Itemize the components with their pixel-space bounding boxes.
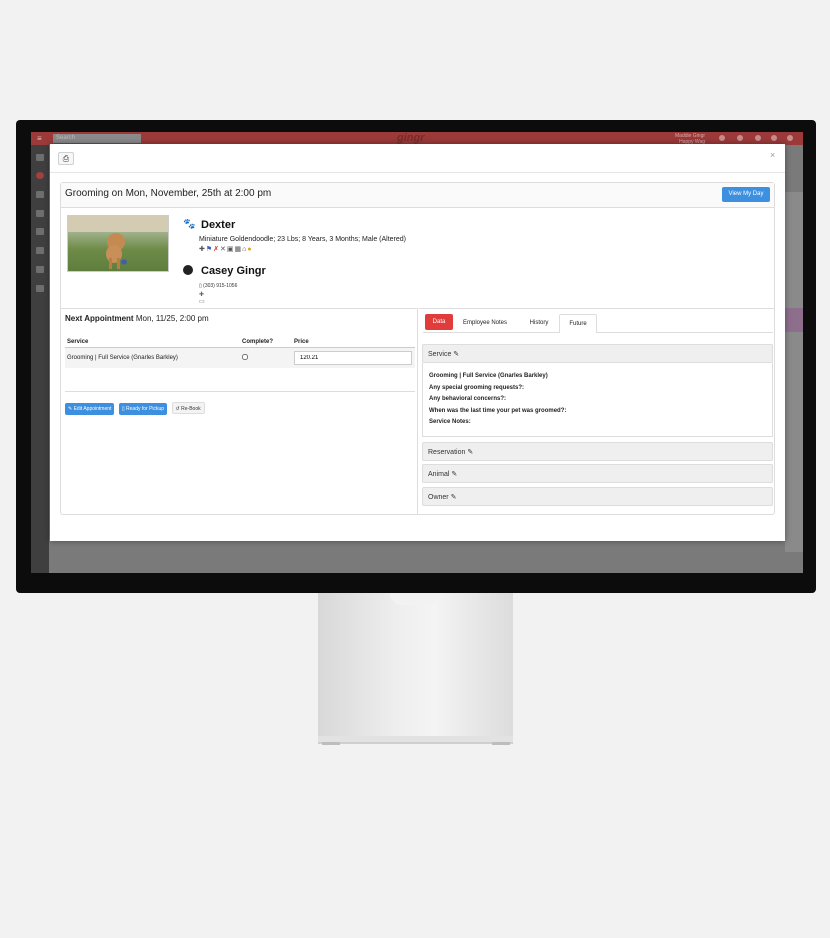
reservation-accordion[interactable]: Reservation ✎ (422, 442, 773, 461)
plus-icon[interactable]: ✚ (199, 292, 204, 298)
pet-name[interactable]: Dexter (201, 219, 235, 231)
report-icon[interactable] (36, 266, 44, 273)
search-input[interactable]: Search (53, 134, 141, 143)
table-row: Grooming | Full Service (Gnarles Barkley… (65, 347, 415, 368)
coin-icon[interactable]: ● (247, 246, 252, 253)
column-header: Complete? (240, 337, 292, 348)
background-badge (785, 308, 803, 332)
service-question: Any behavioral concerns?: (429, 396, 507, 402)
menu-icon[interactable]: ≡ (37, 134, 42, 143)
heart-icon[interactable] (36, 247, 44, 254)
modal-title: Grooming on Mon, November, 25th at 2:00 … (65, 188, 272, 199)
alert-icon[interactable] (737, 135, 743, 141)
pet-photo (67, 215, 169, 272)
calendar-icon[interactable] (36, 191, 44, 198)
screen: ≡ Search gingr Maddie Gingr Happy Wag ⎙ ×… (31, 132, 803, 573)
user-circle-icon (183, 265, 193, 275)
service-table: Service Complete? Price Grooming | Full … (65, 337, 415, 368)
monitor-foot (318, 736, 513, 744)
id-card-icon[interactable]: ▣ (227, 246, 235, 253)
pet-description: Miniature Goldendoodle; 23 Lbs; 8 Years,… (199, 236, 407, 243)
appointment-modal: ⎙ × Grooming on Mon, November, 25th at 2… (50, 144, 785, 541)
pet-icon-row: ✚⚑✗✕▣▦⌂● (199, 245, 253, 253)
edit-appointment-button[interactable]: ✎ Edit Appointment (65, 403, 115, 415)
panel-header: Grooming on Mon, November, 25th at 2:00 … (61, 183, 774, 208)
divider (50, 172, 785, 173)
monitor-stand (318, 593, 513, 739)
id-card-icon[interactable] (36, 210, 44, 217)
x-icon[interactable]: ✕ (220, 246, 227, 253)
tab-employee-notes[interactable]: Employee Notes (457, 314, 513, 333)
service-line: Grooming | Full Service (Gnarles Barkley… (429, 373, 548, 379)
foot-pad-right (492, 742, 510, 745)
owner-name[interactable]: Casey Gingr (201, 265, 266, 277)
dashboard-icon[interactable] (36, 154, 44, 161)
service-question: Any special grooming requests?: (429, 384, 525, 391)
paw-icon: 🐾 (183, 219, 196, 230)
dog-image (68, 216, 168, 269)
service-details: Grooming | Full Service (Gnarles Barkley… (422, 363, 773, 437)
phone-icon: ▯ (199, 283, 202, 289)
settings-icon[interactable] (36, 285, 44, 292)
owner-accordion[interactable]: Owner ✎ (422, 487, 773, 506)
appointment-panel: Grooming on Mon, November, 25th at 2:00 … (60, 182, 775, 515)
pencil-icon: ✎ (68, 406, 73, 412)
pencil-icon[interactable]: ✎ (451, 494, 457, 501)
owner-phone: ▯ (303) 915-1056 (199, 283, 238, 289)
data-panel: Data Employee Notes History Future Servi… (419, 308, 775, 515)
foot-pad-left (322, 742, 340, 745)
pencil-icon[interactable]: ✎ (451, 471, 457, 478)
column-header: Price (292, 337, 415, 348)
service-notes: Service Notes: (429, 419, 471, 425)
tab-history[interactable]: History (519, 314, 559, 333)
price-cell (292, 347, 415, 368)
close-button[interactable]: × (770, 150, 775, 160)
undo-icon: ↺ (175, 406, 180, 412)
utensils-icon[interactable]: ✗ (213, 246, 220, 253)
animal-accordion[interactable]: Animal ✎ (422, 464, 773, 483)
tab-bar: Data Employee Notes History Future (423, 311, 773, 333)
paw-icon[interactable] (36, 228, 44, 235)
print-button[interactable]: ⎙ (58, 152, 74, 165)
service-cell: Grooming | Full Service (Gnarles Barkley… (65, 347, 240, 368)
background-panel (785, 192, 803, 552)
action-buttons: ✎ Edit Appointment ▯ Ready for Pickup ↺ … (65, 391, 415, 415)
service-accordion[interactable]: Service ✎ (422, 344, 773, 363)
calendar-icon[interactable]: ▦ (235, 246, 243, 253)
next-appointment: Next Appointment Mon, 11/25, 2:00 pm (65, 314, 209, 323)
service-question: When was the last time your pet was groo… (429, 407, 567, 414)
app-sidebar (31, 145, 49, 573)
cart-icon[interactable] (755, 135, 761, 141)
help-icon[interactable] (719, 135, 725, 141)
stand-cutout (390, 593, 442, 605)
view-my-day-button[interactable]: View My Day (722, 187, 770, 202)
owner-icon-row: ✚ ▭ (199, 291, 205, 305)
price-input[interactable] (294, 351, 412, 365)
chat-icon[interactable] (771, 135, 777, 141)
appointment-details: Next Appointment Mon, 11/25, 2:00 pm Ser… (61, 308, 418, 515)
complete-checkbox[interactable] (242, 354, 248, 360)
complete-cell (240, 347, 292, 368)
tab-future[interactable]: Future (559, 314, 597, 333)
clock-icon[interactable] (36, 172, 44, 179)
pencil-icon[interactable]: ✎ (467, 449, 473, 456)
column-header: Service (65, 337, 240, 348)
ready-for-pickup-button[interactable]: ▯ Ready for Pickup (118, 403, 168, 415)
card-icon[interactable]: ▭ (199, 299, 205, 305)
pencil-icon[interactable]: ✎ (453, 351, 459, 358)
phone-icon: ▯ (121, 406, 125, 412)
rebook-button[interactable]: ↺ Re-Book (171, 402, 205, 414)
bell-icon[interactable] (787, 135, 793, 141)
plus-icon[interactable]: ✚ (199, 246, 206, 253)
tab-data[interactable]: Data (425, 314, 453, 330)
